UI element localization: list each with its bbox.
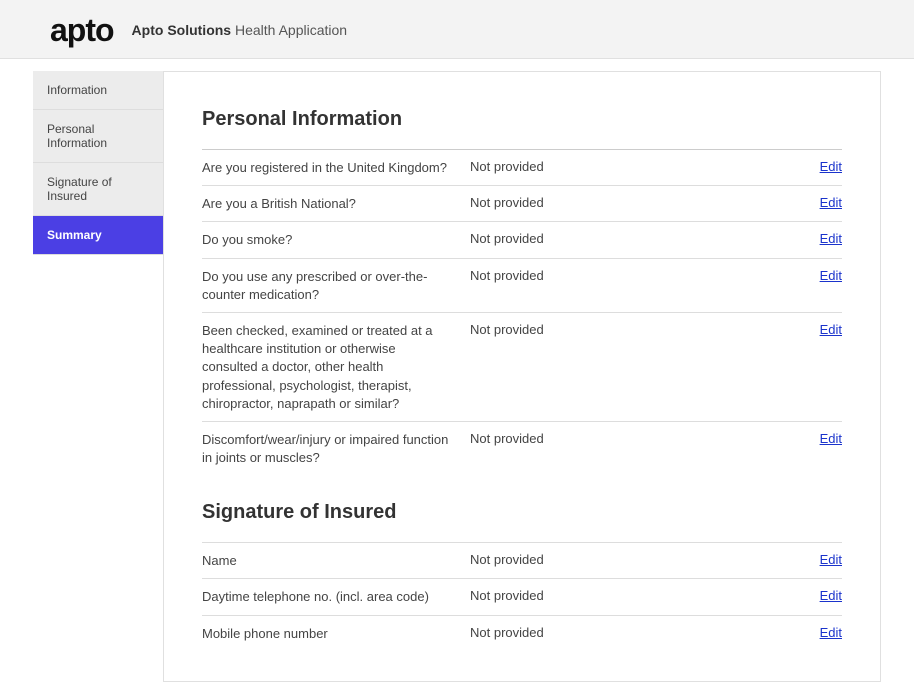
summary-row: Discomfort/wear/injury or impaired funct… <box>202 421 842 475</box>
summary-row: Are you registered in the United Kingdom… <box>202 149 842 185</box>
logo-text: apto <box>50 14 114 46</box>
app-header: apto Apto Solutions Health Application <box>0 0 914 59</box>
logo: apto <box>50 14 114 46</box>
sidebar-item-label: Summary <box>47 228 102 242</box>
summary-question: Mobile phone number <box>202 625 470 643</box>
summary-question: Do you smoke? <box>202 231 470 249</box>
summary-question: Are you a British National? <box>202 195 470 213</box>
main-content: Personal Information Are you registered … <box>163 71 881 682</box>
edit-link[interactable]: Edit <box>820 231 842 246</box>
summary-row: Do you use any prescribed or over-the-co… <box>202 258 842 312</box>
summary-answer: Not provided <box>470 231 660 246</box>
edit-link[interactable]: Edit <box>820 588 842 603</box>
header-title-bold: Apto Solutions <box>132 22 232 38</box>
summary-answer: Not provided <box>470 322 660 337</box>
sidebar-item-label: Personal Information <box>47 122 107 150</box>
summary-answer: Not provided <box>470 552 660 567</box>
summary-answer: Not provided <box>470 195 660 210</box>
sidebar-item-label: Signature of Insured <box>47 175 112 203</box>
edit-link[interactable]: Edit <box>820 625 842 640</box>
sidebar-item-summary[interactable]: Summary <box>33 216 163 255</box>
summary-row: Name Not provided Edit <box>202 542 842 578</box>
summary-answer: Not provided <box>470 268 660 283</box>
sidebar-item-signature-of-insured[interactable]: Signature of Insured <box>33 163 163 216</box>
edit-link[interactable]: Edit <box>820 159 842 174</box>
header-title-rest: Health Application <box>235 22 347 38</box>
edit-link[interactable]: Edit <box>820 195 842 210</box>
edit-link[interactable]: Edit <box>820 322 842 337</box>
summary-row: Are you a British National? Not provided… <box>202 185 842 221</box>
section-heading-personal-information: Personal Information <box>202 108 842 131</box>
summary-question: Daytime telephone no. (incl. area code) <box>202 588 470 606</box>
sidebar: Information Personal Information Signatu… <box>33 71 163 682</box>
edit-link[interactable]: Edit <box>820 431 842 446</box>
summary-question: Do you use any prescribed or over-the-co… <box>202 268 470 304</box>
summary-answer: Not provided <box>470 625 660 640</box>
summary-answer: Not provided <box>470 431 660 446</box>
summary-row: Mobile phone number Not provided Edit <box>202 615 842 651</box>
summary-answer: Not provided <box>470 588 660 603</box>
edit-link[interactable]: Edit <box>820 552 842 567</box>
summary-question: Are you registered in the United Kingdom… <box>202 159 470 177</box>
summary-question: Name <box>202 552 470 570</box>
header-title: Apto Solutions Health Application <box>132 22 348 38</box>
edit-link[interactable]: Edit <box>820 268 842 283</box>
summary-question: Been checked, examined or treated at a h… <box>202 322 470 413</box>
section-heading-signature-of-insured: Signature of Insured <box>202 501 842 524</box>
summary-question: Discomfort/wear/injury or impaired funct… <box>202 431 470 467</box>
summary-row: Been checked, examined or treated at a h… <box>202 312 842 421</box>
sidebar-item-personal-information[interactable]: Personal Information <box>33 110 163 163</box>
summary-row: Daytime telephone no. (incl. area code) … <box>202 578 842 614</box>
sidebar-item-information[interactable]: Information <box>33 71 163 110</box>
summary-answer: Not provided <box>470 159 660 174</box>
summary-row: Do you smoke? Not provided Edit <box>202 221 842 257</box>
page-body: Information Personal Information Signatu… <box>33 59 881 682</box>
sidebar-item-label: Information <box>47 83 107 97</box>
